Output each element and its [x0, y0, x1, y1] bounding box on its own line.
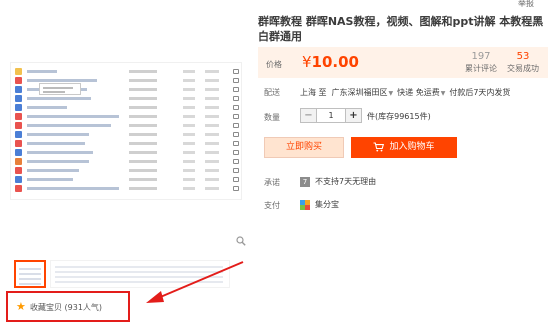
- quantity-input[interactable]: 1: [316, 109, 346, 122]
- thumbnail-row[interactable]: [50, 260, 230, 288]
- add-to-cart-button[interactable]: 加入购物车: [351, 137, 457, 158]
- shipping-origin: 上海 至: [300, 88, 327, 97]
- quantity-increase-button[interactable]: +: [346, 109, 361, 122]
- image-file-row: [15, 121, 241, 130]
- price-panel: 价格 ¥10.00 197 累计评论 53 交易成功: [258, 47, 548, 78]
- image-file-row: [15, 184, 241, 193]
- price-value: ¥10.00: [302, 53, 359, 71]
- promise-label: 承诺: [264, 178, 280, 187]
- reviews-stat[interactable]: 197 累计评论: [464, 51, 498, 74]
- favorite-link[interactable]: 收藏宝贝 (931人气): [30, 302, 102, 313]
- quantity-decrease-button[interactable]: −: [301, 109, 316, 122]
- star-icon[interactable]: ★: [16, 301, 26, 312]
- image-file-row: [15, 67, 241, 76]
- report-link[interactable]: 举报: [518, 0, 534, 9]
- reviews-count: 197: [471, 51, 491, 62]
- caret-down-icon[interactable]: ▼: [389, 90, 394, 97]
- product-title: 群晖教程 群晖NAS教程，视频、图解和ppt讲解 本教程黑白群通用: [258, 15, 544, 43]
- shipping-info: 上海 至广东深圳福田区▼ 快递 免运费▼ 付款后7天内发货: [300, 87, 510, 98]
- image-file-row: [15, 166, 241, 175]
- trades-stat: 53 交易成功: [504, 51, 542, 74]
- zoom-icon[interactable]: [236, 236, 246, 246]
- no-return-badge-icon: 7: [300, 176, 310, 187]
- image-file-row: [15, 94, 241, 103]
- promise-text: 不支持7天无理由: [315, 177, 377, 186]
- dispatch-time: 付款后7天内发货: [449, 88, 511, 97]
- caret-down-icon[interactable]: ▼: [441, 90, 446, 97]
- image-file-row: [15, 175, 241, 184]
- payment-icon: [300, 199, 310, 210]
- product-main-image[interactable]: [10, 62, 242, 200]
- shipping-label: 配送: [264, 88, 280, 97]
- buy-now-button[interactable]: 立即购买: [264, 137, 344, 158]
- image-file-row: [15, 139, 241, 148]
- quantity-label: 数量: [264, 113, 280, 122]
- image-tooltip: [39, 83, 81, 95]
- currency-symbol: ¥: [302, 53, 312, 71]
- price-amount: 10.00: [311, 53, 359, 71]
- image-file-row: [15, 112, 241, 121]
- image-file-row: [15, 103, 241, 112]
- payment-info[interactable]: 集分宝: [300, 199, 339, 210]
- stock-info: 件(库存99615件): [367, 112, 431, 121]
- image-file-row: [15, 130, 241, 139]
- add-to-cart-label: 加入购物车: [389, 142, 435, 152]
- shipping-method-select[interactable]: 快递 免运费: [397, 88, 440, 97]
- reviews-label: 累计评论: [465, 64, 497, 73]
- thumbnail-strip: [14, 260, 230, 290]
- payment-label: 支付: [264, 201, 280, 210]
- image-file-row: [15, 148, 241, 157]
- shipping-destination-select[interactable]: 广东深圳福田区: [332, 88, 388, 97]
- trades-count: 53: [516, 51, 530, 62]
- promise-info[interactable]: 7 不支持7天无理由: [300, 176, 376, 187]
- price-label: 价格: [266, 60, 282, 69]
- trades-label: 交易成功: [507, 64, 539, 73]
- payment-method: 集分宝: [315, 200, 339, 209]
- favorite-highlight: ★ 收藏宝贝 (931人气): [6, 291, 130, 322]
- image-file-row: [15, 157, 241, 166]
- cart-icon: [373, 141, 385, 151]
- quantity-stepper: − 1 +: [300, 108, 362, 123]
- thumbnail-1[interactable]: [14, 260, 46, 288]
